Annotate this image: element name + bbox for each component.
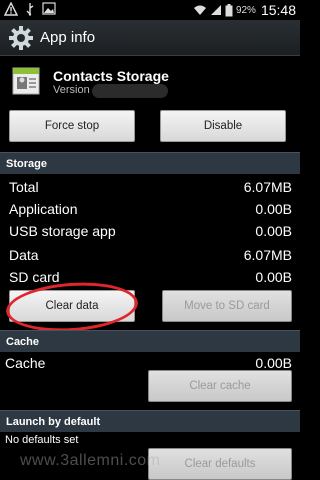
storage-row-label: Data xyxy=(9,247,39,263)
clear-data-button[interactable]: Clear data xyxy=(9,290,135,322)
clear-defaults-button[interactable]: Clear defaults xyxy=(148,448,292,480)
no-defaults-text: No defaults set xyxy=(5,434,79,446)
status-indicators: 92% 15:48 xyxy=(193,0,296,20)
cache-value: 0.00B xyxy=(255,355,292,371)
disable-button[interactable]: Disable xyxy=(160,110,286,142)
title-bar: App info xyxy=(0,20,300,56)
status-bar: 92% 15:48 xyxy=(0,0,300,20)
usb-icon xyxy=(26,3,34,16)
warning-icon xyxy=(4,2,18,16)
page-title: App info xyxy=(40,29,96,46)
settings-gear-icon[interactable] xyxy=(8,25,34,51)
notification-icons xyxy=(4,2,56,16)
storage-row-label: Application xyxy=(9,201,78,217)
storage-row-value: 0.00B xyxy=(255,223,292,239)
battery-icon xyxy=(225,3,233,16)
storage-row-label: USB storage app xyxy=(9,223,116,239)
storage-row-total: Total 6.07MB xyxy=(0,176,300,198)
battery-percent: 92% xyxy=(235,4,256,16)
storage-row-label: SD card xyxy=(9,269,60,285)
storage-section-header: Storage xyxy=(0,152,300,174)
cache-section-header: Cache xyxy=(0,330,300,352)
watermark: www.3allemni.com xyxy=(20,452,161,469)
storage-row-application: Application 0.00B xyxy=(0,198,300,220)
app-header: Contacts Storage Version xyxy=(0,56,300,104)
storage-row-sd-card: SD card 0.00B xyxy=(0,266,300,288)
storage-row-value: 6.07MB xyxy=(243,247,292,263)
storage-row-value: 0.00B xyxy=(255,201,292,217)
version-redaction xyxy=(92,84,168,98)
storage-row-value: 6.07MB xyxy=(243,179,292,195)
wifi-icon xyxy=(193,5,206,15)
contacts-storage-app-icon xyxy=(12,67,40,95)
launch-section-header: Launch by default xyxy=(0,410,300,432)
storage-row-value: 0.00B xyxy=(255,269,292,285)
force-stop-button[interactable]: Force stop xyxy=(9,110,135,142)
app-version-label: Version xyxy=(53,84,90,96)
cache-label: Cache xyxy=(5,355,46,371)
signal-icon xyxy=(210,5,221,15)
clear-cache-button[interactable]: Clear cache xyxy=(148,370,292,402)
storage-row-data: Data 6.07MB xyxy=(0,244,300,266)
storage-row-usb-storage-app: USB storage app 0.00B xyxy=(0,220,300,242)
app-name: Contacts Storage xyxy=(53,68,169,84)
move-to-sd-card-button[interactable]: Move to SD card xyxy=(162,290,292,322)
storage-row-label: Total xyxy=(9,179,39,195)
image-icon xyxy=(42,2,56,15)
clock: 15:48 xyxy=(260,2,296,18)
